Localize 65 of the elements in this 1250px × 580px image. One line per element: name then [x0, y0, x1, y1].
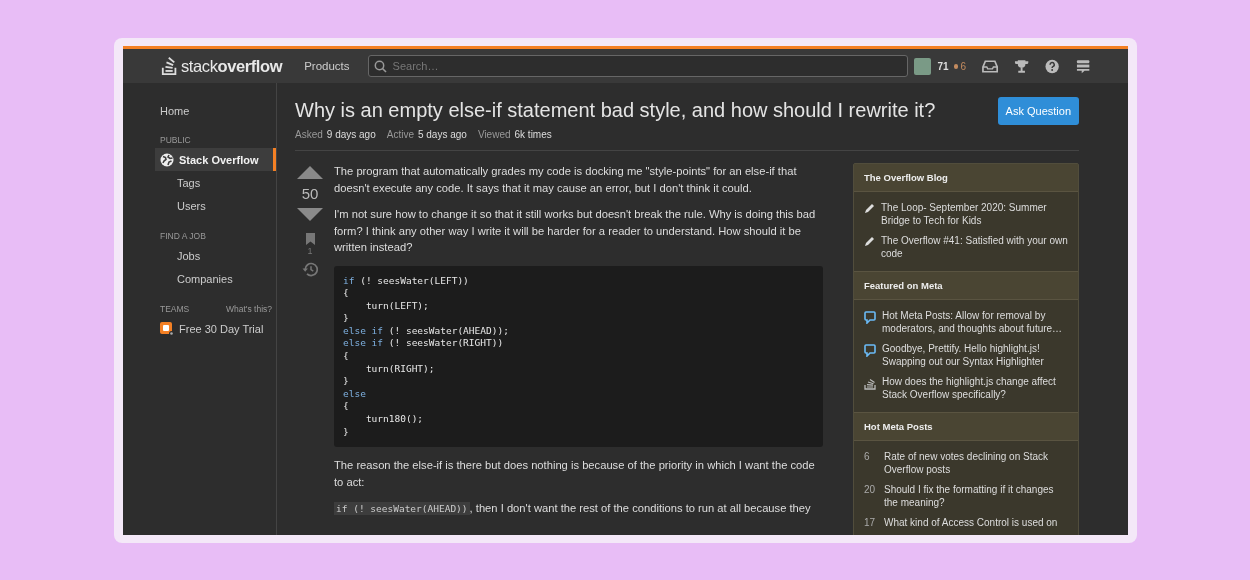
ask-question-button[interactable]: Ask Question	[997, 97, 1079, 125]
site-logo[interactable]: stackoverflow	[161, 56, 283, 76]
widget-link[interactable]: Rate of new votes declining on Stack Overflow posts	[884, 450, 1068, 476]
widget-heading: Hot Meta Posts	[854, 412, 1078, 441]
home-link[interactable]: Home	[123, 101, 190, 121]
teams-icon	[160, 321, 174, 336]
stack-icon	[864, 377, 876, 390]
widget-link[interactable]: Goodbye, Prettify. Hello highlight.js! Swapping out our Syntax Highlighter	[882, 342, 1068, 368]
inbox-icon[interactable]	[982, 58, 999, 74]
widget-link[interactable]: Hot Meta Posts: Allow for removal by moderators, and thoughts about future…	[882, 309, 1068, 335]
nav-item[interactable]: Free 30 Day Trial	[123, 317, 276, 340]
menu-icon[interactable]	[1075, 58, 1090, 74]
nav-item[interactable]: Tags	[123, 171, 276, 194]
help-icon[interactable]	[1045, 58, 1060, 74]
globe-icon	[160, 152, 174, 167]
widget-heading: The Overflow Blog	[854, 164, 1078, 192]
meta-label: Asked	[295, 129, 323, 140]
downvote-icon[interactable]	[297, 208, 323, 221]
pencil-icon	[864, 203, 875, 214]
widget-link[interactable]: How does the highlight.js change affect Stack Overflow specifically?	[882, 375, 1068, 401]
trophy-icon[interactable]	[1014, 58, 1030, 74]
avatar[interactable]	[914, 57, 931, 75]
section-heading: FIND A JOB	[160, 231, 206, 241]
pencil-icon	[864, 236, 875, 247]
answer-count: 17	[864, 516, 877, 529]
logo-text: stackoverflow	[181, 56, 283, 76]
nav-item[interactable]: Jobs	[123, 244, 276, 267]
meta-value: 6k times	[514, 129, 552, 140]
section-heading: PUBLIC	[160, 135, 191, 145]
question-title[interactable]: Why is an empty else-if statement bad style, and how should I rewrite it?	[295, 99, 936, 122]
code-block: if (! seesWater(LEFT)) { turn(LEFT); } else if (! seesWater(AHEAD)); else if (! seesWater(RIGHT)) { turn(RIGHT); } else { turn180(); }	[334, 265, 823, 448]
products-link[interactable]: Products	[304, 60, 350, 72]
nav-item[interactable]: Stack Overflow	[155, 148, 276, 171]
section-heading: TEAMS	[160, 304, 190, 314]
stack-icon	[161, 56, 179, 76]
meta-value: 9 days ago	[326, 129, 376, 140]
bronze-badge-count: 6	[960, 60, 966, 72]
bronze-badge-dot	[953, 63, 959, 69]
widget-link[interactable]: The Overflow #41: Satisfied with your own code	[881, 234, 1068, 260]
bookmark-icon[interactable]	[305, 233, 315, 245]
question-paragraph: I'm not sure how to change it so that it still works but doesn't break the rule. Why is doing this bad form? I think any other way I write it will be harder for a reader to understand. How should it be written instead?	[334, 207, 817, 255]
answer-count: 20	[864, 483, 877, 496]
meta-label: Active	[386, 129, 414, 140]
meta-value: 5 days ago	[417, 129, 467, 140]
upvote-icon[interactable]	[297, 166, 323, 179]
meta-label: Viewed	[477, 129, 511, 140]
question-paragraph: The program that automatically grades my code is docking me "style-points" for an else-if that doesn't execute any code. It says that it may cause an error, but I don't think it could.	[334, 164, 798, 196]
bookmark-count: 1	[307, 246, 313, 256]
vote-count: 50	[301, 185, 319, 202]
widget-heading: Featured on Meta	[854, 271, 1078, 300]
widget-link[interactable]: What kind of Access Control is used on	[884, 516, 1058, 529]
inline-code: if (! seesWater(AHEAD))	[334, 502, 470, 516]
speech-bubble-icon	[864, 344, 876, 357]
nav-item[interactable]: Companies	[123, 267, 276, 290]
nav-item[interactable]: Users	[123, 194, 276, 217]
paragraph-text: , then I don't want the rest of the conditions to run at all because they	[469, 502, 811, 515]
search-field[interactable]: Search…	[367, 55, 909, 77]
answer-count: 6	[864, 450, 871, 463]
speech-bubble-icon	[864, 311, 876, 324]
history-icon[interactable]	[302, 262, 318, 277]
widget-link[interactable]: Should I fix the formatting if it changes the meaning?	[884, 483, 1068, 509]
whats-this-link[interactable]: What's this?	[225, 304, 272, 314]
reputation: 71	[937, 60, 949, 72]
question-paragraph: The reason the else-if is there but does nothing is because of the priority in which I want the code to act:	[334, 458, 816, 490]
widget-link[interactable]: The Loop- September 2020: Summer Bridge to Tech for Kids	[881, 201, 1068, 227]
